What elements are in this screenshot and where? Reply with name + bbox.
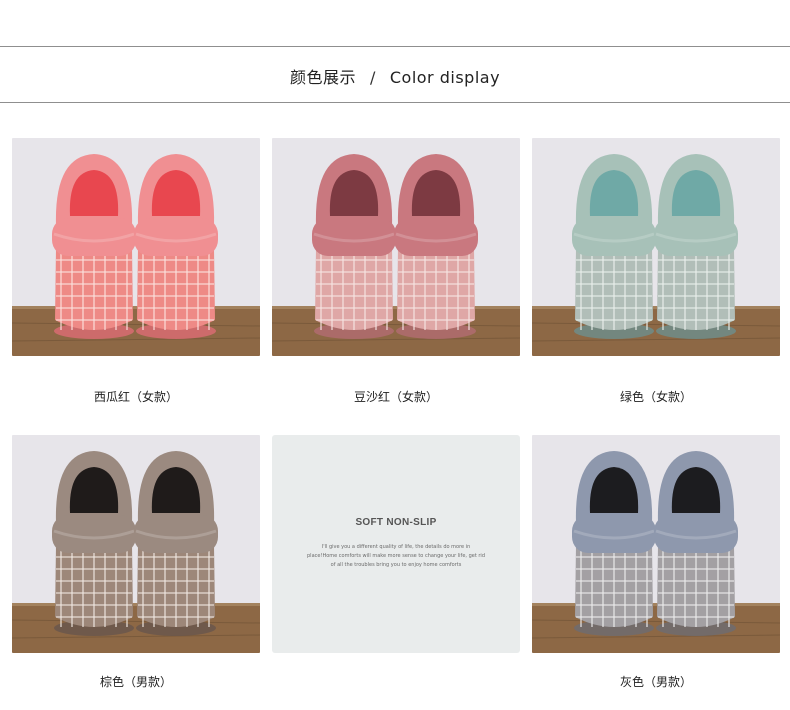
product-caption-watermelon-red: 西瓜红（女款） [93, 390, 178, 404]
product-caption-bean-red: 豆沙红（女款） [353, 390, 438, 404]
product-image-watermelon-red[interactable] [12, 138, 260, 356]
product-caption-gray: 灰色（男款） [619, 675, 692, 689]
product-image-brown[interactable] [12, 435, 260, 653]
promo-body-text: I'll give you a different quality of lif… [307, 544, 485, 568]
promo-title: SOFT NON-SLIP [355, 517, 437, 528]
top-divider [0, 46, 790, 47]
product-image-bean-red[interactable] [272, 138, 520, 356]
product-image-green[interactable] [532, 138, 780, 356]
section-title-cn: 颜色展示 [289, 68, 356, 87]
bottom-divider [0, 102, 790, 103]
product-caption-green: 绿色（女款） [619, 390, 692, 404]
title-separator: / [369, 68, 376, 87]
product-image-gray[interactable] [532, 435, 780, 653]
section-title: 颜色展示 / Color display [0, 64, 790, 88]
promo-panel: SOFT NON-SLIP I'll give you a different … [272, 435, 520, 653]
product-caption-brown: 棕色（男款） [99, 675, 172, 689]
section-title-en: Color display [389, 68, 501, 87]
